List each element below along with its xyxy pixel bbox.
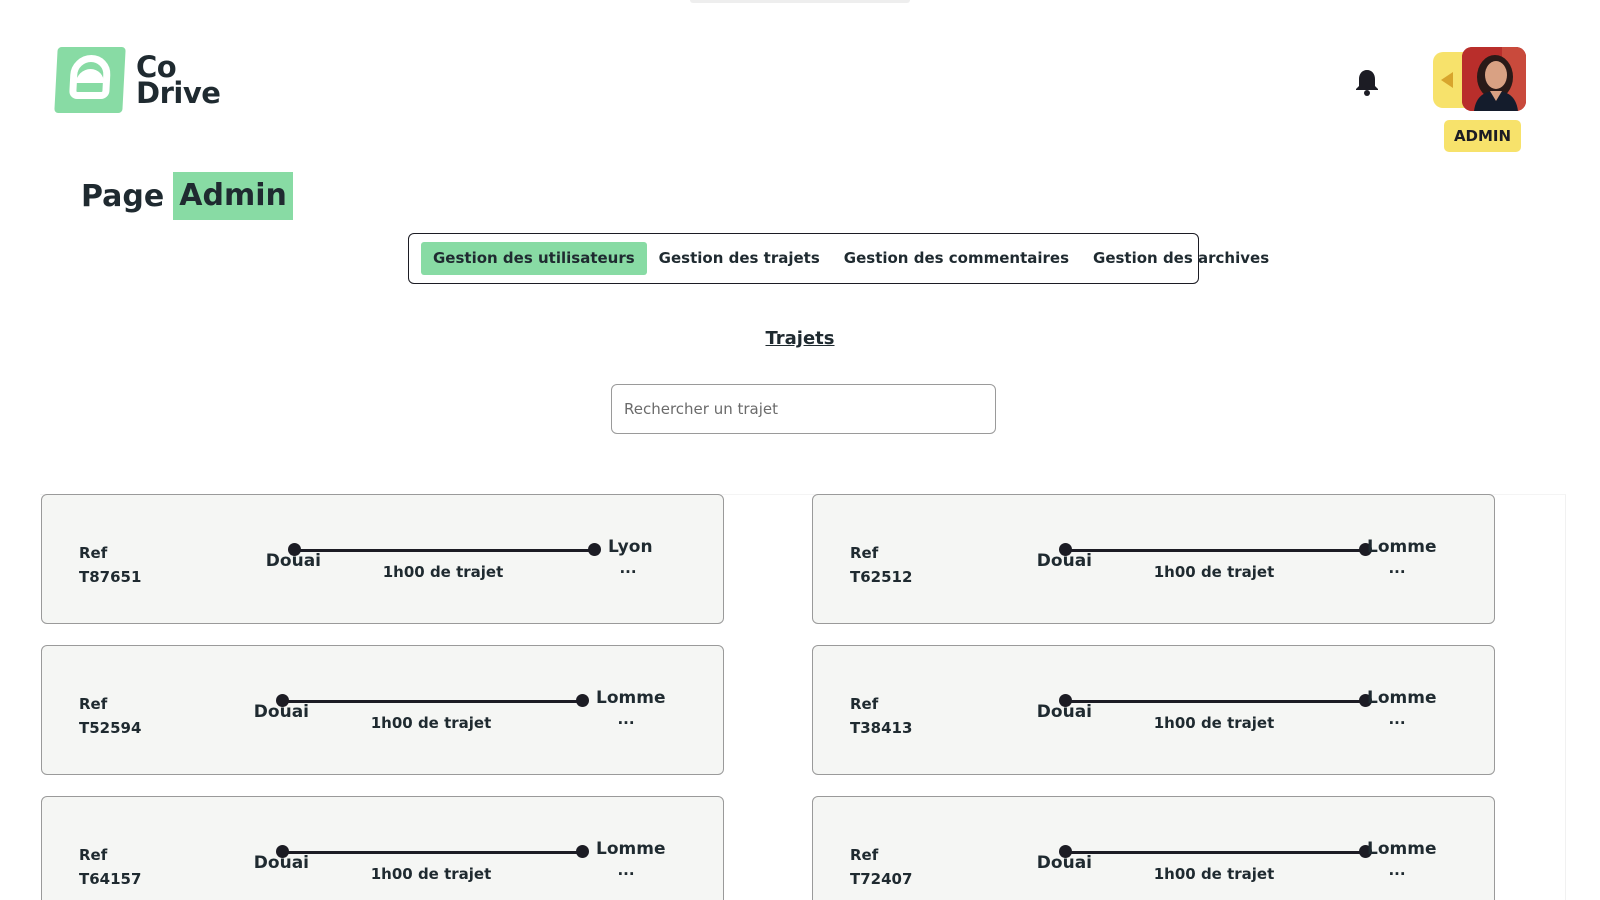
route-end-dot: [576, 694, 589, 707]
admin-page: Co Drive ADMIN Page Admin Gestion des ut…: [0, 0, 1600, 900]
trip-duration: 1h00 de trajet: [370, 865, 492, 883]
admin-tabs: Gestion des utilisateurs Gestion des tra…: [408, 233, 1269, 284]
trip-card[interactable]: Ref T72407 Douai 1h00 de trajet Lomme ..…: [812, 796, 1495, 900]
trip-ref-value: T72407: [850, 870, 913, 888]
search-input[interactable]: [611, 384, 996, 434]
trip-ref: Ref T62512: [850, 541, 912, 589]
trip-card[interactable]: Ref T64157 Douai 1h00 de trajet Lomme ..…: [41, 796, 724, 900]
trip-ref: Ref T52594: [79, 692, 141, 740]
page-title-highlight: Admin: [173, 172, 293, 220]
trip-more[interactable]: ...: [613, 559, 643, 577]
trip-card[interactable]: Ref T87651 Douai 1h00 de trajet Lyon ...: [41, 494, 724, 624]
trip-destination: Lomme: [1367, 537, 1437, 557]
trip-duration: 1h00 de trajet: [1153, 865, 1275, 883]
top-scroll-indicator: [690, 0, 910, 3]
trip-ref-label: Ref: [850, 695, 879, 713]
tab-gestion-trajets[interactable]: Gestion des trajets: [647, 242, 832, 275]
tab-gestion-archives[interactable]: Gestion des archives: [1081, 242, 1281, 275]
trip-ref-value: T52594: [79, 719, 142, 737]
trip-more[interactable]: ...: [1382, 710, 1412, 728]
logo-wordmark: Co Drive: [136, 53, 221, 110]
route-line: [1065, 851, 1363, 854]
trip-ref: Ref T87651: [79, 541, 141, 589]
trip-duration: 1h00 de trajet: [382, 563, 504, 581]
trip-ref-value: T87651: [79, 568, 142, 586]
trip-duration: 1h00 de trajet: [370, 714, 492, 732]
avatar[interactable]: [1462, 47, 1526, 111]
logo-line-2: Drive: [136, 76, 221, 110]
route-line: [282, 851, 580, 854]
trip-ref: Ref T72407: [850, 843, 912, 891]
trip-destination: Lomme: [1367, 839, 1437, 859]
route-end-dot: [588, 543, 601, 556]
trip-ref-value: T62512: [850, 568, 913, 586]
trip-more[interactable]: ...: [1382, 559, 1412, 577]
codrive-logo[interactable]: Co Drive: [54, 47, 221, 113]
trip-more[interactable]: ...: [611, 710, 641, 728]
route-line: [1065, 549, 1363, 552]
trip-duration: 1h00 de trajet: [1153, 714, 1275, 732]
trip-ref-label: Ref: [79, 544, 108, 562]
trip-destination: Lomme: [596, 688, 666, 708]
route-line: [294, 549, 592, 552]
trip-ref-value: T64157: [79, 870, 142, 888]
trip-ref-label: Ref: [850, 544, 879, 562]
route-end-dot: [576, 845, 589, 858]
section-title: Trajets: [765, 328, 835, 349]
page-title-prefix: Page: [81, 178, 165, 214]
trip-ref: Ref T64157: [79, 843, 141, 891]
logo-driver-icon: [54, 47, 126, 113]
role-badge: ADMIN: [1444, 120, 1521, 152]
page-title: Page Admin: [81, 172, 293, 220]
trip-ref-label: Ref: [79, 695, 108, 713]
bell-icon[interactable]: [1355, 68, 1379, 96]
trip-ref-label: Ref: [850, 846, 879, 864]
route-line: [1065, 700, 1363, 703]
trip-ref-value: T38413: [850, 719, 913, 737]
trip-ref-label: Ref: [79, 846, 108, 864]
trip-more[interactable]: ...: [1382, 861, 1412, 879]
trip-destination: Lyon: [608, 537, 653, 557]
trip-destination: Lomme: [1367, 688, 1437, 708]
trip-destination: Lomme: [596, 839, 666, 859]
trip-ref: Ref T38413: [850, 692, 912, 740]
route-line: [282, 700, 580, 703]
trip-card[interactable]: Ref T62512 Douai 1h00 de trajet Lomme ..…: [812, 494, 1495, 624]
trip-duration: 1h00 de trajet: [1153, 563, 1275, 581]
caret-left-icon: [1441, 72, 1453, 88]
trip-more[interactable]: ...: [611, 861, 641, 879]
tab-gestion-commentaires[interactable]: Gestion des commentaires: [832, 242, 1081, 275]
tab-gestion-utilisateurs[interactable]: Gestion des utilisateurs: [421, 242, 647, 275]
trip-card[interactable]: Ref T38413 Douai 1h00 de trajet Lomme ..…: [812, 645, 1495, 775]
trip-card[interactable]: Ref T52594 Douai 1h00 de trajet Lomme ..…: [41, 645, 724, 775]
